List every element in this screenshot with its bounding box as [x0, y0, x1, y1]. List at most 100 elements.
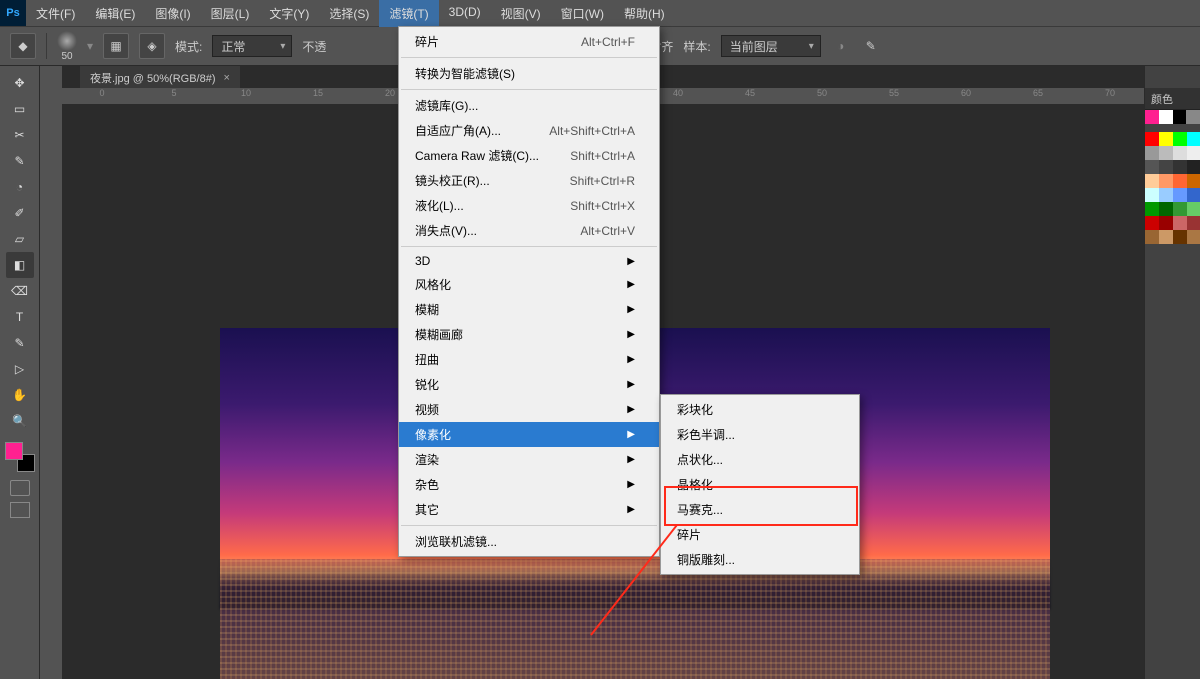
swatch[interactable] [1159, 174, 1173, 188]
filter-item[interactable]: 镜头校正(R)...Shift+Ctrl+R [399, 168, 659, 193]
brush-panel-icon[interactable]: ▦ [103, 33, 129, 59]
filter-category[interactable]: 其它▶ [399, 497, 659, 522]
blend-mode-select[interactable]: 正常 [212, 35, 292, 57]
swatch[interactable] [1187, 216, 1200, 230]
ignore-adj-icon[interactable]: ◑ [831, 36, 851, 56]
menu-2[interactable]: 图像(I) [145, 0, 200, 27]
brush-preset[interactable]: 50 [57, 31, 77, 62]
tool-12[interactable]: ✋ [6, 382, 34, 408]
filter-category[interactable]: 模糊▶ [399, 297, 659, 322]
tool-9[interactable]: T [6, 304, 34, 330]
swatch[interactable] [1145, 230, 1159, 244]
swatch[interactable] [1173, 188, 1187, 202]
tool-10[interactable]: ✎ [6, 330, 34, 356]
filter-item[interactable]: 消失点(V)...Alt+Ctrl+V [399, 218, 659, 243]
tool-13[interactable]: 🔍 [6, 408, 34, 434]
swatch[interactable] [1159, 188, 1173, 202]
quickmask-icon[interactable] [10, 480, 30, 496]
swatch[interactable] [1173, 132, 1187, 146]
swatch[interactable] [1159, 230, 1173, 244]
swatch[interactable] [1173, 160, 1187, 174]
swatch[interactable] [1173, 110, 1187, 124]
menu-6[interactable]: 滤镜(T) [379, 0, 438, 27]
filter-category[interactable]: 扭曲▶ [399, 347, 659, 372]
menu-0[interactable]: 文件(F) [26, 0, 85, 27]
swatch[interactable] [1159, 202, 1173, 216]
clone-source-icon[interactable]: ◈ [139, 33, 165, 59]
swatch[interactable] [1159, 146, 1173, 160]
filter-category[interactable]: 像素化▶ [399, 422, 659, 447]
swatch[interactable] [1145, 216, 1159, 230]
swatch[interactable] [1145, 188, 1159, 202]
pixelate-item-0[interactable]: 彩块化 [661, 397, 859, 422]
swatch[interactable] [1159, 132, 1173, 146]
tool-2[interactable]: ✂ [6, 122, 34, 148]
swatch[interactable] [1145, 110, 1159, 124]
swatch[interactable] [1173, 146, 1187, 160]
pixelate-item-1[interactable]: 彩色半调... [661, 422, 859, 447]
filter-category[interactable]: 模糊画廊▶ [399, 322, 659, 347]
tool-preset-icon[interactable]: ◆ [10, 33, 36, 59]
filter-category[interactable]: 视频▶ [399, 397, 659, 422]
swatch[interactable] [1159, 216, 1173, 230]
menu-10[interactable]: 帮助(H) [614, 0, 675, 27]
menu-5[interactable]: 选择(S) [319, 0, 379, 27]
swatch[interactable] [1187, 146, 1200, 160]
pixelate-item-3[interactable]: 晶格化 [661, 472, 859, 497]
swatch[interactable] [1187, 132, 1200, 146]
swatch[interactable] [1173, 174, 1187, 188]
menu-7[interactable]: 3D(D) [439, 0, 491, 27]
menu-9[interactable]: 窗口(W) [551, 0, 614, 27]
filter-last[interactable]: 碎片Alt+Ctrl+F [399, 29, 659, 54]
filter-item[interactable]: 自适应广角(A)...Alt+Shift+Ctrl+A [399, 118, 659, 143]
tool-1[interactable]: ▭ [6, 96, 34, 122]
color-panel-tab[interactable]: 颜色 [1145, 88, 1200, 110]
pressure-icon[interactable]: ✎ [861, 36, 881, 56]
swatch[interactable] [1145, 160, 1159, 174]
swatch[interactable] [1159, 110, 1173, 124]
document-tab[interactable]: 夜景.jpg @ 50%(RGB/8#) × [80, 66, 240, 90]
swatch[interactable] [1187, 160, 1200, 174]
swatch[interactable] [1173, 230, 1187, 244]
fg-bg-color[interactable] [5, 442, 35, 472]
swatch[interactable] [1173, 216, 1187, 230]
filter-item[interactable]: 液化(L)...Shift+Ctrl+X [399, 193, 659, 218]
tab-close-icon[interactable]: × [224, 72, 230, 84]
filter-item[interactable]: 滤镜库(G)... [399, 93, 659, 118]
filter-category[interactable]: 杂色▶ [399, 472, 659, 497]
swatch[interactable] [1173, 202, 1187, 216]
menu-3[interactable]: 图层(L) [201, 0, 260, 27]
tool-0[interactable]: ✥ [6, 70, 34, 96]
filter-category[interactable]: 渲染▶ [399, 447, 659, 472]
swatch[interactable] [1145, 202, 1159, 216]
pixelate-item-4[interactable]: 马赛克... [661, 497, 859, 522]
pixelate-item-2[interactable]: 点状化... [661, 447, 859, 472]
pixelate-item-6[interactable]: 铜版雕刻... [661, 547, 859, 572]
tool-4[interactable]: ◔ [6, 174, 34, 200]
menu-4[interactable]: 文字(Y) [259, 0, 319, 27]
sample-select[interactable]: 当前图层 [721, 35, 821, 57]
tool-6[interactable]: ▱ [6, 226, 34, 252]
pixelate-item-5[interactable]: 碎片 [661, 522, 859, 547]
swatch[interactable] [1187, 202, 1200, 216]
filter-smart[interactable]: 转换为智能滤镜(S) [399, 61, 659, 86]
swatch[interactable] [1159, 160, 1173, 174]
menu-8[interactable]: 视图(V) [491, 0, 551, 27]
filter-category[interactable]: 锐化▶ [399, 372, 659, 397]
tool-8[interactable]: ⌫ [6, 278, 34, 304]
tool-3[interactable]: ✎ [6, 148, 34, 174]
swatch[interactable] [1187, 188, 1200, 202]
tool-7[interactable]: ◧ [6, 252, 34, 278]
swatch[interactable] [1187, 230, 1200, 244]
swatch[interactable] [1145, 174, 1159, 188]
swatch[interactable] [1145, 132, 1159, 146]
tool-11[interactable]: ▷ [6, 356, 34, 382]
swatch[interactable] [1145, 146, 1159, 160]
filter-category[interactable]: 3D▶ [399, 250, 659, 272]
menu-1[interactable]: 编辑(E) [85, 0, 145, 27]
filter-browse[interactable]: 浏览联机滤镜... [399, 529, 659, 554]
swatch[interactable] [1187, 174, 1200, 188]
screenmode-icon[interactable] [10, 502, 30, 518]
filter-category[interactable]: 风格化▶ [399, 272, 659, 297]
filter-item[interactable]: Camera Raw 滤镜(C)...Shift+Ctrl+A [399, 143, 659, 168]
